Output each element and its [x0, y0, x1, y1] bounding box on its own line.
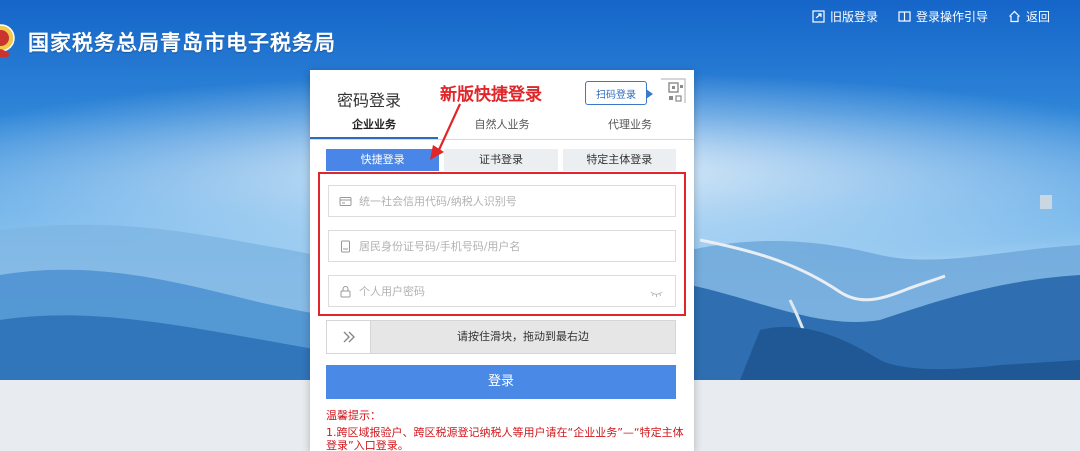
login-card-title: 密码登录	[337, 91, 402, 110]
top-links: 旧版登录 登录操作引导 返回	[812, 8, 1050, 25]
login-guide-link[interactable]: 登录操作引导	[898, 8, 988, 25]
old-login-link[interactable]: 旧版登录	[812, 8, 878, 25]
tax-emblem-icon	[0, 24, 15, 57]
old-login-icon	[812, 10, 825, 23]
site-title: 国家税务总局青岛市电子税务局	[28, 31, 336, 55]
double-chevron-right-icon	[343, 331, 355, 343]
qr-login-button[interactable]: 扫码登录	[585, 81, 653, 105]
old-login-label: 旧版登录	[829, 10, 878, 24]
slide-verify[interactable]: 请按住滑块，拖动到最右边	[326, 320, 676, 354]
tab-enterprise[interactable]: 企业业务	[310, 112, 438, 139]
highlight-box	[318, 172, 686, 316]
tab-agent[interactable]: 代理业务	[566, 112, 694, 139]
login-button[interactable]: 登录	[326, 365, 676, 399]
tips-title: 温馨提示：	[326, 409, 381, 422]
back-label: 返回	[1025, 10, 1050, 24]
guide-icon	[898, 11, 911, 22]
tips-text: 1.跨区域报验户、跨区税源登记纳税人等用户请在“企业业务”—“特定主体登录”入口…	[326, 426, 684, 451]
login-guide-label: 登录操作引导	[915, 10, 988, 24]
slider-hint: 请按住滑块，拖动到最右边	[457, 330, 589, 343]
qr-code-icon[interactable]	[651, 77, 687, 113]
back-link[interactable]: 返回	[1008, 8, 1050, 25]
login-method-tabs: 快捷登录 证书登录 特定主体登录	[326, 149, 676, 171]
annotation-arrow-icon	[430, 103, 461, 160]
slider-handle[interactable]	[327, 321, 371, 353]
subtab-special-entity-login[interactable]: 特定主体登录	[562, 149, 676, 171]
home-icon	[1009, 10, 1020, 23]
business-tabs: 企业业务 自然人业务 代理业务	[310, 112, 694, 140]
